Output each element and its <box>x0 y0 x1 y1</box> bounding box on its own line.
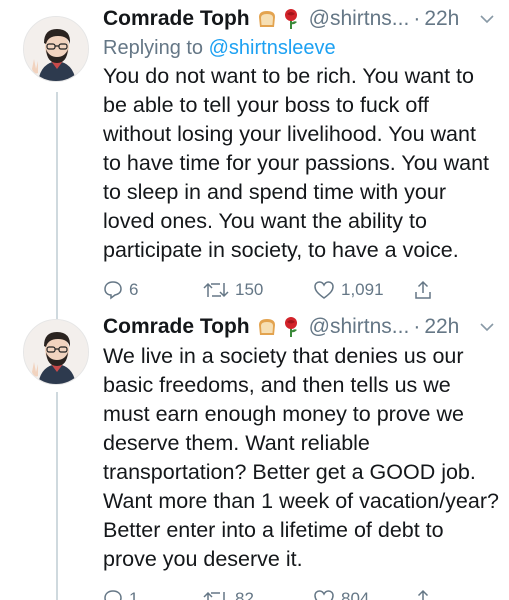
bread-icon <box>256 8 278 30</box>
heart-icon <box>314 281 334 299</box>
reply-icon <box>104 281 122 300</box>
reply-icon <box>104 590 122 600</box>
share-icon <box>417 589 429 600</box>
timestamp[interactable]: 22h <box>424 315 459 339</box>
heart-icon <box>314 590 334 600</box>
reply-count: 6 <box>129 280 139 299</box>
share-icon <box>415 280 431 299</box>
separator-dot: · <box>413 315 421 338</box>
timestamp[interactable]: 22h <box>424 7 459 31</box>
mention-link[interactable]: @shirtnsleeve <box>209 37 336 59</box>
avatar[interactable] <box>23 319 89 385</box>
display-name[interactable]: Comrade Toph <box>103 315 250 339</box>
retweet-button[interactable]: 82 <box>203 589 313 600</box>
rose-icon <box>281 8 301 30</box>
user-handle[interactable]: @shirtns... <box>309 315 410 339</box>
retweet-button[interactable]: 150 <box>203 280 313 300</box>
retweet-count: 82 <box>235 589 254 600</box>
retweet-count: 150 <box>235 280 264 299</box>
tweet-text: You do not want to be rich. You want to … <box>103 64 490 262</box>
tweet-actions: 1 82 804 <box>103 586 495 600</box>
retweet-icon <box>203 282 229 298</box>
tweet-actions: 6 150 1,091 <box>103 277 495 303</box>
tweet-text: We live in a society that denies us our … <box>103 344 499 571</box>
bread-icon <box>256 316 278 338</box>
retweet-icon <box>203 591 225 600</box>
reply-button[interactable]: 1 <box>103 589 203 600</box>
share-button[interactable] <box>413 589 439 600</box>
like-count: 804 <box>341 589 370 600</box>
like-button[interactable]: 804 <box>313 589 413 600</box>
like-count: 1,091 <box>341 280 384 299</box>
user-handle[interactable]: @shirtns... <box>309 7 410 31</box>
chevron-down-icon[interactable] <box>479 322 495 332</box>
thread-connector-line <box>56 92 58 322</box>
separator-dot: · <box>413 7 421 30</box>
reply-button[interactable]: 6 <box>103 280 203 300</box>
like-button[interactable]: 1,091 <box>313 280 413 300</box>
replying-to: Replying to @shirtnsleeve <box>103 37 336 59</box>
display-name[interactable]: Comrade Toph <box>103 7 250 31</box>
thread-connector-line <box>56 392 58 600</box>
share-button[interactable] <box>413 280 439 300</box>
chevron-down-icon[interactable] <box>479 14 495 24</box>
rose-icon <box>281 316 301 338</box>
avatar[interactable] <box>23 16 89 82</box>
reply-count: 1 <box>129 589 139 600</box>
